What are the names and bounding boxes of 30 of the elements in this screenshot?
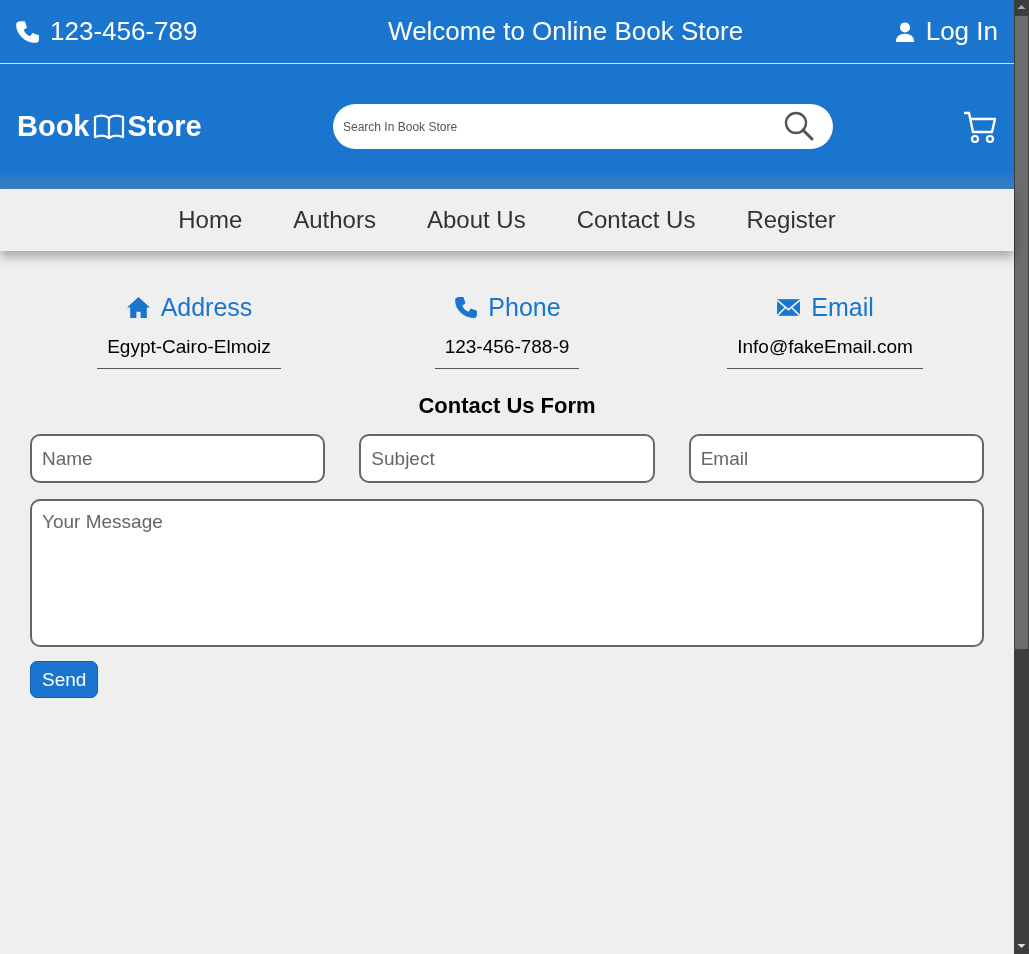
info-value: Info@fakeEmail.com xyxy=(727,336,923,369)
user-icon xyxy=(893,20,916,43)
logo-text: Book xyxy=(17,110,90,143)
phone-number: 123-456-789 xyxy=(50,16,198,47)
info-value: 123-456-788-9 xyxy=(434,336,580,369)
nav-link[interactable]: Authors xyxy=(293,206,376,234)
form-title: Contact Us Form xyxy=(417,393,597,419)
nav-link[interactable]: About Us xyxy=(426,206,526,234)
book-icon xyxy=(92,113,125,140)
search-field[interactable]: Search In Book Store xyxy=(333,104,833,149)
logo-text: Store xyxy=(127,110,202,143)
info-title: Phone xyxy=(488,293,561,322)
send-button[interactable]: Send xyxy=(30,661,99,698)
nav-link[interactable]: Home xyxy=(178,206,243,234)
input-field[interactable]: Email xyxy=(688,434,984,483)
nav-link[interactable]: Contact Us xyxy=(576,206,696,234)
cart-icon[interactable] xyxy=(963,109,997,144)
phone-icon xyxy=(453,295,479,320)
info-value: Egypt-Cairo-Elmoiz xyxy=(97,336,281,369)
nav-link[interactable]: Register xyxy=(746,206,836,234)
input-field[interactable]: Subject xyxy=(359,434,655,483)
house-icon xyxy=(125,295,151,320)
search-icon[interactable] xyxy=(783,110,815,142)
welcome-text: Welcome to Online Book Store xyxy=(388,16,744,47)
info-title: Address xyxy=(160,293,253,322)
message-field[interactable]: Your Message xyxy=(30,499,984,647)
login-link[interactable]: Log In xyxy=(893,16,998,47)
input-field[interactable]: Name xyxy=(30,434,326,483)
info-title: Email xyxy=(811,293,874,322)
phone-icon xyxy=(14,18,40,45)
